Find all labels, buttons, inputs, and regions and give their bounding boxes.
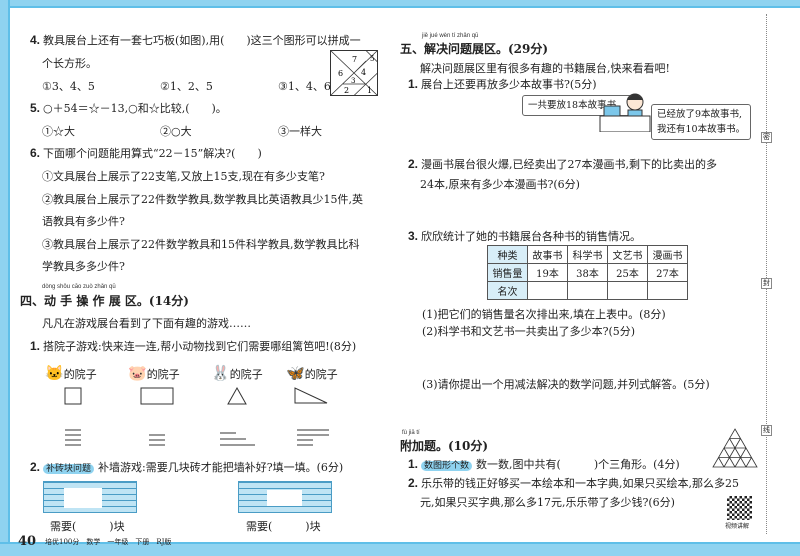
- question-2: 2. 漫画书展台很火爆,已经卖出了27本漫画书,剩下的比卖出的多: [408, 157, 718, 171]
- girl-at-desk-illustration: [599, 93, 651, 132]
- extra-question-2: 2. 乐乐带的钱正好够买一本绘本和一本字典,如果只买绘本,那么多25: [408, 476, 740, 490]
- brick-wall-2: [238, 481, 332, 513]
- rabbit-yard: 🐰的院子: [211, 364, 263, 382]
- triangle-grid-figure: [712, 428, 758, 468]
- table-row: 种类 故事书 科学书 文艺书 漫画书: [487, 245, 688, 264]
- question-4-cont: 个长方形。: [42, 57, 97, 70]
- qr-label: 视频讲解: [725, 523, 750, 530]
- option-cont: 学教具多多少件?: [42, 260, 125, 273]
- decorative-border-left: [0, 0, 10, 556]
- sub-question: (3)请你提出一个用减法解决的数学问题,并列式解答。(5分): [422, 378, 710, 391]
- section-intro: 凡凡在游戏展台看到了下面有趣的游戏……: [42, 317, 251, 330]
- question-4: 4. 教具展台上还有一套七巧板(如图),用( )这三个图形可以拼成一: [30, 33, 361, 47]
- cat-yard: 🐱的院子: [45, 364, 97, 382]
- decorative-border-top: [0, 0, 800, 8]
- butterfly-icon: 🦋: [286, 364, 305, 382]
- section-pinyin: fù jiā tí: [402, 430, 420, 436]
- sub-question: (1)把它们的销售量名次排出来,填在上表中。(8分): [422, 308, 666, 321]
- section-4-title: 四、动 手 操 作 展 区。(14分): [20, 294, 189, 308]
- table-row: 名次: [487, 281, 688, 300]
- question-6: 6. 下面哪个问题能用算式“22－15”解决?( ): [30, 146, 262, 160]
- rectangle-shape: [140, 387, 174, 405]
- right-triangle-shape: [294, 387, 328, 404]
- question-3: 3. 欣欣统计了她的书籍展台各种书的销售情况。: [408, 229, 642, 243]
- tangram-label: 7: [352, 55, 357, 64]
- option: ①3、4、5: [42, 80, 95, 93]
- binding-line: [766, 14, 767, 534]
- pig-yard: 🐷的院子: [128, 364, 180, 382]
- rank-cell[interactable]: [567, 281, 608, 300]
- tangram-label: 2: [344, 86, 349, 95]
- stick-groups: [65, 429, 329, 446]
- sales-table: 种类 故事书 科学书 文艺书 漫画书 销售量 19本 38本 25本 27本 名次: [487, 245, 688, 300]
- option: ①☆大: [42, 125, 75, 138]
- option: ②教具展台上展示了22件数学教具,数学教具比英语教具少15件,英: [42, 193, 363, 206]
- extra-question-1: 1. 数图形个数 数一数,图中共有( )个三角形。(4分): [408, 457, 680, 471]
- option-cont: 语教具有多少件?: [42, 215, 125, 228]
- option: ③1、4、6: [278, 80, 331, 93]
- rank-cell[interactable]: [647, 281, 688, 300]
- page-number: 40: [18, 534, 37, 549]
- footer-text: 培优100分 数学 一年级 下册 RJ版: [45, 538, 172, 546]
- fence-shapes: [64, 386, 329, 446]
- speech-bubble: 已经放了9本故事书, 我还有10本故事书。: [651, 104, 752, 140]
- pig-icon: 🐷: [128, 364, 147, 382]
- table-row: 销售量 19本 38本 25本 27本: [487, 263, 688, 282]
- tangram-figure: 7 5 6 4 3 2 1: [330, 50, 378, 96]
- section-intro: 解决问题展区里有很多有趣的书籍展台,快来看看吧!: [420, 62, 670, 75]
- brick-wall-1: [43, 481, 137, 513]
- question-2-cont: 24本,原来有多少本漫画书?(6分): [420, 178, 580, 191]
- tangram-label: 5: [370, 55, 374, 63]
- option: ③一样大: [278, 125, 322, 138]
- cat-icon: 🐱: [45, 364, 64, 382]
- extra-section-title: 附加题。(10分): [400, 439, 489, 453]
- section-5-title: 五、解决问题展区。(29分): [400, 42, 549, 56]
- question-1: 1. 展台上还要再放多少本故事书?(5分): [408, 77, 597, 91]
- answer-blank[interactable]: 需要( )块: [246, 518, 321, 534]
- section-pinyin: dòng shǒu cāo zuò zhǎn qū: [42, 284, 116, 290]
- seal-mark: 封: [761, 278, 772, 289]
- option: ①文具展台上展示了22支笔,又放上15支,现在有多少支笔?: [42, 170, 325, 183]
- option: ②1、2、5: [160, 80, 213, 93]
- tangram-label: 4: [361, 68, 366, 77]
- tangram-label: 6: [338, 69, 343, 78]
- sub-question: (2)科学书和文艺书一共卖出了多少本?(5分): [422, 325, 636, 338]
- section-pinyin: jiě jué wèn tí zhǎn qū: [422, 33, 479, 39]
- answer-blank[interactable]: 需要( )块: [50, 518, 125, 534]
- tangram-label: 1: [367, 86, 372, 95]
- extra-question-2-cont: 元,如果只买字典,那么多17元,乐乐带了多少钱?(6分): [420, 496, 675, 509]
- square-shape: [64, 387, 82, 405]
- option: ③教具展台上展示了22件数学教具和15件科学教具,数学教具比科: [42, 238, 360, 251]
- rank-cell[interactable]: [607, 281, 648, 300]
- triangle-shape: [227, 386, 247, 405]
- option: ②○大: [160, 125, 192, 138]
- butterfly-yard: 🦋的院子: [286, 364, 338, 382]
- seal-mark: 密: [761, 132, 772, 143]
- qr-code[interactable]: [727, 496, 752, 520]
- question-2: 2. 补砖块问题 补墙游戏:需要几块砖才能把墙补好?填一填。(6分): [30, 460, 344, 474]
- tangram-label: 3: [351, 77, 355, 85]
- rank-cell[interactable]: [527, 281, 568, 300]
- seal-mark: 线: [761, 425, 772, 436]
- question-5: 5. ○＋54＝☆－13,○和☆比较,( )。: [30, 101, 227, 115]
- rabbit-icon: 🐰: [211, 364, 230, 382]
- question-1: 1. 搭院子游戏:快来连一连,帮小动物找到它们需要哪组篱笆吧!(8分): [30, 339, 357, 353]
